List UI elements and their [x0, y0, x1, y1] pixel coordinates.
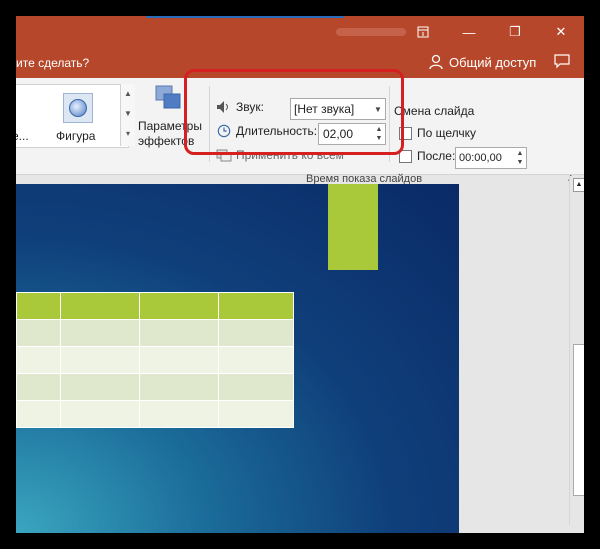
shape-transition-label[interactable]: Фигура — [56, 129, 95, 143]
document-title — [336, 28, 406, 36]
after-label: После: — [417, 149, 456, 163]
on-click-checkbox[interactable]: По щелчку — [399, 126, 476, 140]
comments-button[interactable] — [554, 54, 570, 72]
ribbon-display-icon — [417, 26, 429, 38]
slide-canvas[interactable] — [16, 184, 459, 533]
scroll-thumb[interactable] — [573, 344, 584, 496]
gallery-more-icon[interactable]: ▾ — [121, 124, 135, 144]
title-accent-line — [146, 16, 344, 18]
advance-slide-title: Смена слайда — [394, 104, 475, 118]
gallery-down-icon[interactable]: ▼ — [121, 104, 135, 124]
vertical-scrollbar[interactable]: ▲ — [569, 176, 584, 525]
table-row — [16, 346, 294, 374]
transition-gallery: е... Фигура — [16, 84, 129, 148]
tell-me-input[interactable]: ите сделать? — [16, 56, 89, 70]
gallery-item-partial[interactable]: е... — [16, 129, 29, 143]
gallery-scroll[interactable]: ▲ ▼ ▾ — [120, 84, 135, 146]
shape-transition-thumb[interactable] — [63, 93, 93, 123]
slide-table[interactable] — [16, 292, 294, 428]
person-icon — [429, 54, 443, 70]
restore-button[interactable]: ❐ — [492, 16, 538, 48]
ribbon-display-options-button[interactable] — [400, 16, 446, 48]
gallery-up-icon[interactable]: ▲ — [121, 84, 135, 104]
after-time-spinner[interactable]: 00:00,00 ▲ ▼ — [455, 147, 527, 169]
table-header-row — [16, 292, 294, 320]
table-row — [16, 400, 294, 428]
after-value: 00:00,00 — [459, 152, 502, 164]
share-button[interactable]: Общий доступ — [429, 54, 536, 70]
spinner-arrows-icon[interactable]: ▲ ▼ — [514, 149, 526, 167]
green-shape[interactable] — [328, 184, 378, 270]
after-checkbox[interactable]: После: — [399, 149, 455, 163]
on-click-label: По щелчку — [417, 126, 477, 140]
shape-icon — [69, 99, 87, 117]
effect-options-icon — [155, 85, 181, 109]
restore-icon: ❐ — [509, 24, 521, 39]
close-icon: ✕ — [555, 24, 567, 39]
share-label: Общий доступ — [449, 54, 537, 70]
scroll-up-icon[interactable]: ▲ — [573, 178, 584, 192]
minimize-button[interactable]: — — [446, 16, 492, 48]
table-row — [16, 319, 294, 347]
table-row — [16, 373, 294, 401]
slide-editing-area — [16, 184, 584, 533]
title-bar: — ❐ ✕ — [16, 16, 584, 48]
powerpoint-window: — ❐ ✕ ите сделать? Общий доступ е... Фиг… — [16, 16, 584, 533]
minimize-icon: — — [462, 24, 476, 40]
highlight-annotation — [184, 69, 404, 155]
close-button[interactable]: ✕ — [538, 16, 584, 48]
comment-icon — [554, 54, 570, 69]
